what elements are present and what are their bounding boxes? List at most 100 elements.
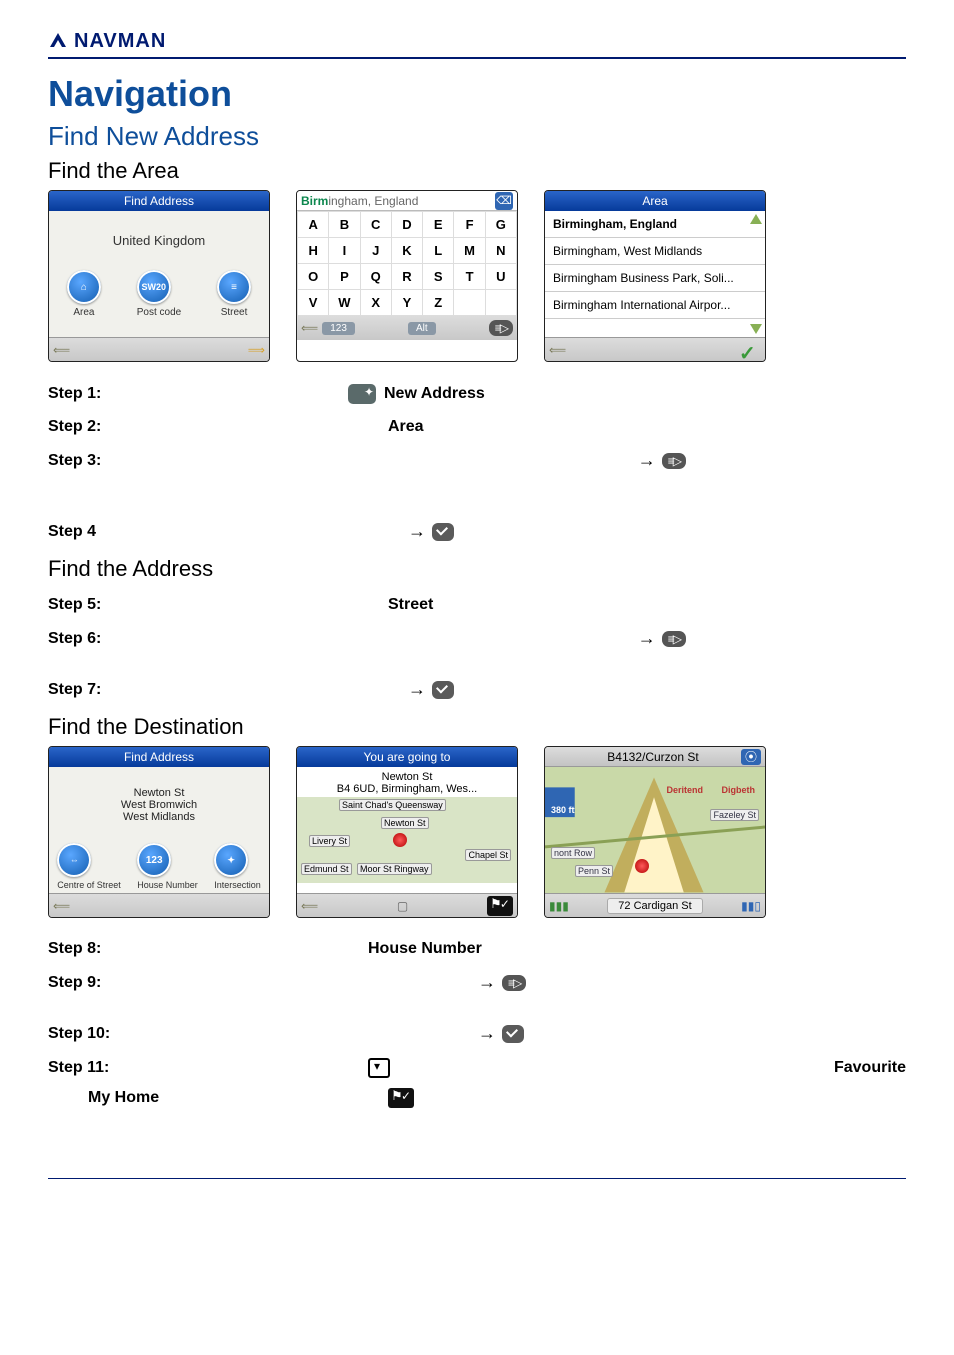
key[interactable] [485,290,516,316]
scroll-down-icon[interactable] [750,324,762,334]
device-body: United Kingdom ⌂Area SW20Post code ≡Stre… [49,211,269,337]
scroll-arrows [747,211,765,337]
key[interactable]: V [298,290,329,316]
icon-centre-street[interactable]: ⇔Centre of Street [57,843,121,890]
back-arrow-icon[interactable]: ⟸ [53,343,70,357]
centre-street-icon: ⇔ [57,843,91,877]
key[interactable]: B [329,212,360,238]
step-1-action: ✦ New Address [348,384,485,404]
nav-map-canvas[interactable]: 380 ft Deritend Digbeth Fazeley St nont … [545,767,765,893]
country-label: United Kingdom [49,211,269,248]
key[interactable]: N [485,238,516,264]
key[interactable]: T [454,264,485,290]
key[interactable]: A [298,212,329,238]
key[interactable]: U [485,264,516,290]
num-mode-button[interactable]: 123 [322,322,355,335]
road-label: nont Row [551,847,595,859]
back-arrow-icon[interactable]: ⟸ [301,899,318,913]
device-find-address-b: Find Address Newton St West Bromwich Wes… [48,746,270,918]
destination-screens-row: Find Address Newton St West Bromwich Wes… [48,746,906,918]
typed-content[interactable]: Birmingham, England [301,191,418,211]
list-item[interactable]: Birmingham Business Park, Soli... [545,265,765,292]
scroll-up-icon[interactable] [750,214,762,224]
brand-text: NAVMAN [74,30,166,53]
road-label: Chapel St [465,849,511,861]
key[interactable]: E [423,212,454,238]
area-label: Digbeth [722,785,756,795]
addr-line: Newton St [134,787,185,799]
key[interactable]: L [423,238,454,264]
key[interactable]: Q [360,264,391,290]
arrow-icon [408,679,432,700]
area-label: Deritend [666,785,703,795]
key[interactable]: Y [391,290,422,316]
list-item[interactable]: Birmingham, West Midlands [545,238,765,265]
arrow-icon [408,521,432,542]
key[interactable]: S [423,264,454,290]
list-icon [662,631,686,647]
list-item[interactable]: Birmingham International Airpor... [545,292,765,319]
back-arrow-icon[interactable]: ⟸ [549,343,566,357]
device-find-address: Find Address United Kingdom ⌂Area SW20Po… [48,190,270,362]
key[interactable]: H [298,238,329,264]
key[interactable]: C [360,212,391,238]
info-icon[interactable]: ⦿ [741,749,761,765]
key[interactable]: Z [423,290,454,316]
step-6: Step 6: [48,628,906,649]
distance-label: 380 ft [551,805,575,815]
back-arrow-icon[interactable]: ⟸ [53,899,70,913]
step-7: Step 7: [48,679,906,700]
key[interactable]: M [454,238,485,264]
arrow-icon [478,1023,502,1044]
page-title: Navigation [48,73,906,115]
key[interactable]: P [329,264,360,290]
preview-map-canvas[interactable]: Saint Chad's Queensway Newton St Livery … [297,797,517,883]
typed-text-bar: Birmingham, England ⌫ [297,191,517,211]
forward-arrow-icon[interactable]: ⟹ [248,343,265,357]
check-icon [502,1025,524,1043]
step-11: Step 11: Favourite [48,1058,906,1078]
section-find-address: Find the Address [48,556,906,582]
keyboard-grid: ABCDEFG HIJKLMN OPQRSTU VWXYZ [297,211,517,316]
section-subtitle: Find New Address [48,121,906,152]
arrow-icon [478,972,502,993]
key[interactable]: W [329,290,360,316]
key[interactable]: I [329,238,360,264]
icon-street[interactable]: ≡Street [217,270,251,318]
check-icon [432,523,454,541]
step-3: Step 3: [48,450,906,471]
key[interactable]: F [454,212,485,238]
list-item[interactable]: Birmingham, England [545,211,765,238]
save-icon [368,1058,390,1078]
key[interactable]: G [485,212,516,238]
device-footer: ⟸ [545,337,765,361]
key[interactable]: D [391,212,422,238]
icon-postcode[interactable]: SW20Post code [137,270,181,318]
icon-area[interactable]: ⌂Area [67,270,101,318]
step-9: Step 9: [48,972,906,993]
step-10: Step 10: [48,1023,906,1044]
icon-intersection[interactable]: ✦Intersection [214,843,261,890]
key[interactable]: O [298,264,329,290]
key[interactable]: J [360,238,391,264]
backspace-icon[interactable]: ⌫ [495,192,513,210]
key[interactable]: K [391,238,422,264]
check-icon [432,681,454,699]
device-title: Area [545,191,765,211]
addr-line: West Bromwich [121,799,197,811]
icon-house-number[interactable]: 123House Number [137,843,198,890]
alt-mode-button[interactable]: Alt [408,322,436,335]
current-road: B4132/Curzon St [607,747,698,767]
go-button-icon[interactable] [487,896,513,916]
key[interactable]: R [391,264,422,290]
back-arrow-icon[interactable]: ⟸ [301,321,318,335]
device-footer: ⟸ ▢ [297,893,517,917]
save-button-icon[interactable]: ▢ [397,899,408,913]
confirm-icon[interactable] [739,341,761,359]
page-footer-rule [48,1178,906,1179]
list-forward-icon[interactable] [489,320,513,336]
device-title: Find Address [49,191,269,211]
postcode-icon: SW20 [137,270,171,304]
key[interactable] [454,290,485,316]
key[interactable]: X [360,290,391,316]
